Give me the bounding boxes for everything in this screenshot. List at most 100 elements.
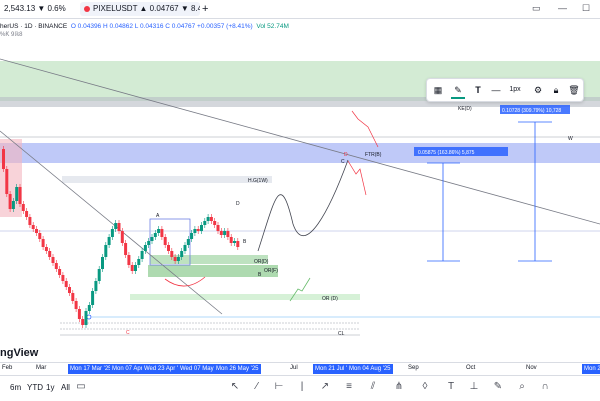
fib-icon[interactable]: ≡ bbox=[342, 381, 356, 392]
range-1y-button[interactable]: 1y bbox=[46, 383, 54, 392]
candle-body bbox=[140, 251, 144, 259]
measure-label-1: 0.10728 (309.79%) 10,728 bbox=[502, 108, 561, 114]
label-ftr: FTR(B) bbox=[365, 152, 382, 158]
label-c2: C bbox=[341, 159, 345, 165]
candle-body bbox=[25, 211, 29, 217]
watermark: ngView bbox=[0, 347, 39, 359]
text-color-icon[interactable]: T bbox=[471, 83, 485, 97]
lock-icon[interactable]: 🔒︎ bbox=[549, 83, 563, 97]
candle-body bbox=[193, 229, 197, 233]
label-w: W bbox=[568, 136, 573, 142]
pitchfork-icon[interactable]: ⋔ bbox=[392, 381, 406, 392]
templates-icon[interactable]: ▦ bbox=[431, 83, 445, 97]
candle-body bbox=[77, 309, 81, 319]
range-ytd-button[interactable]: YTD bbox=[27, 383, 43, 392]
cursor-icon[interactable]: ↖ bbox=[228, 381, 242, 392]
candle-body bbox=[101, 257, 104, 269]
tab-pixelusdt[interactable]: PIXELUSDT ▲ 0.04767 ▼ 8.4% bbox=[80, 2, 200, 16]
candle-body bbox=[219, 231, 223, 235]
candle-body bbox=[176, 257, 180, 261]
compare-icon[interactable]: ▭ bbox=[74, 381, 88, 392]
candle-body bbox=[160, 229, 164, 237]
candle-body bbox=[31, 225, 35, 229]
candle-body bbox=[48, 251, 52, 257]
channel-icon[interactable]: ⫽ bbox=[366, 381, 380, 392]
stroke-width-select[interactable]: 1px bbox=[507, 83, 523, 97]
candle-body bbox=[186, 239, 190, 245]
candle-body bbox=[74, 301, 78, 309]
label-or-f: OR(F) bbox=[264, 268, 278, 274]
arrow-icon[interactable]: ↗ bbox=[318, 381, 332, 392]
settings-icon[interactable]: ⚙ bbox=[531, 83, 545, 97]
candle-body bbox=[223, 231, 227, 235]
label-hgt: H.G(1W) bbox=[248, 178, 268, 184]
candle-body bbox=[183, 245, 187, 251]
candle-body bbox=[71, 293, 75, 301]
text-icon[interactable]: T bbox=[444, 381, 458, 392]
range-all-button[interactable]: All bbox=[61, 383, 70, 392]
vertical-line-icon[interactable]: | bbox=[295, 381, 309, 392]
candle-body bbox=[28, 217, 32, 225]
line-style-icon[interactable]: — bbox=[489, 83, 503, 97]
chart-area[interactable]: KE(D) FTR(B) H.G(1W) OR(D) OR(F) OR (D) … bbox=[0, 19, 600, 362]
horizontal-line-icon[interactable]: ⊢ bbox=[272, 381, 286, 392]
candle-body bbox=[150, 237, 154, 241]
label-or-d: OR(D) bbox=[254, 259, 269, 265]
red-arrow bbox=[347, 160, 367, 196]
tab-eth-label: 2,543.13 ▼ 0.6% bbox=[4, 4, 66, 13]
zone-or-d bbox=[150, 255, 268, 264]
pencil-color-icon[interactable]: ✎ bbox=[451, 83, 465, 99]
time-label: Sep bbox=[408, 365, 419, 371]
candle-body bbox=[170, 251, 174, 257]
candle-body bbox=[134, 265, 137, 271]
delete-icon[interactable]: 🗑︎ bbox=[567, 83, 581, 97]
tab-eth[interactable]: 2,543.13 ▼ 0.6% bbox=[0, 2, 86, 16]
alert-dot-icon bbox=[84, 5, 90, 12]
candle-body bbox=[226, 231, 230, 237]
maximize-icon[interactable]: ☐ bbox=[582, 3, 590, 14]
time-label-highlight: Mon 26 May '25 bbox=[214, 364, 261, 374]
red-arrow bbox=[351, 110, 379, 148]
level-marker-icon bbox=[86, 314, 92, 320]
candle-body bbox=[117, 223, 121, 231]
candle-body bbox=[110, 229, 114, 237]
brush-icon[interactable]: ✎ bbox=[491, 381, 505, 392]
pattern-icon[interactable]: ◊ bbox=[418, 381, 432, 392]
candle-body bbox=[41, 239, 45, 247]
time-axis[interactable]: Feb Mar Mon 17 Mar '25 Mon 07 Apr '25 We… bbox=[0, 362, 600, 375]
label-or-d2: OR (D) bbox=[322, 296, 338, 302]
candle-body bbox=[64, 281, 68, 287]
layout-icon[interactable]: ▭ bbox=[532, 3, 541, 14]
time-label: Jul bbox=[290, 365, 298, 371]
candle-body bbox=[51, 257, 55, 263]
time-label: Oct bbox=[466, 365, 476, 371]
add-tab-button[interactable]: + bbox=[198, 2, 216, 16]
trend-line-icon[interactable]: ⁄ bbox=[250, 381, 264, 392]
candle-body bbox=[120, 231, 124, 243]
candle-body bbox=[35, 229, 38, 233]
time-label-highlight: Mon 04 Aug '25 bbox=[347, 364, 393, 374]
candle-body bbox=[180, 251, 184, 257]
candle-body bbox=[2, 149, 5, 169]
candle-body bbox=[233, 241, 236, 243]
candle-body bbox=[91, 291, 95, 305]
price-chart[interactable]: KE(D) FTR(B) H.G(1W) OR(D) OR(F) OR (D) … bbox=[0, 19, 600, 362]
candle-body bbox=[87, 305, 91, 311]
label-cl: CL bbox=[338, 331, 345, 337]
legend-symbol[interactable]: herUS · 1D · BINANCE bbox=[0, 23, 67, 30]
range-6m-button[interactable]: 6m bbox=[10, 383, 21, 392]
measure-icon[interactable]: ⊥ bbox=[467, 381, 481, 392]
candle-body bbox=[143, 245, 147, 251]
zoom-icon[interactable]: ⌕ bbox=[515, 381, 529, 392]
minimize-icon[interactable]: — bbox=[558, 3, 567, 13]
candles bbox=[2, 146, 240, 328]
time-label-highlight: Mon 17 Mar '25 bbox=[68, 364, 114, 374]
candle-body bbox=[213, 221, 217, 225]
candle-body bbox=[206, 217, 210, 221]
candle-body bbox=[124, 243, 128, 255]
measure-tool-1[interactable] bbox=[518, 121, 552, 262]
curve-red bbox=[164, 276, 206, 287]
time-label: Nov bbox=[526, 365, 537, 371]
zone-hgt bbox=[62, 176, 272, 183]
magnet-icon[interactable]: ∩ bbox=[538, 381, 552, 392]
